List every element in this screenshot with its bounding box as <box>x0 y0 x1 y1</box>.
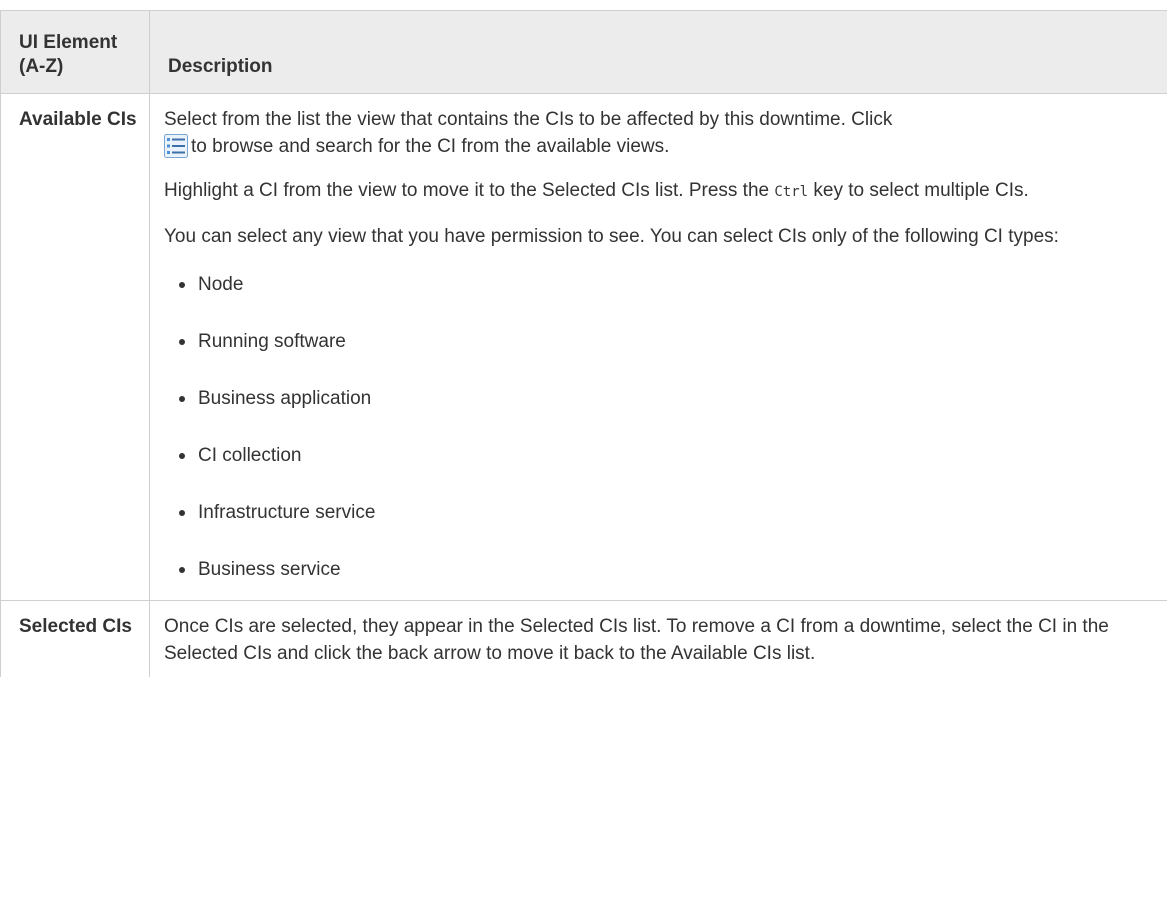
table-row: Available CIs Select from the list the v… <box>0 93 1167 601</box>
row-element-selected-cis: Selected CIs <box>0 600 150 677</box>
list-item-label: Infrastructure service <box>198 502 376 523</box>
list-item: CI collection <box>164 438 1165 495</box>
bullet-icon <box>179 339 185 345</box>
keyboard-key: Ctrl <box>774 184 809 200</box>
list-item-label: Business application <box>198 388 372 409</box>
header-description: Description <box>149 10 1167 94</box>
paragraph-text: to browse and search for the CI from the… <box>191 136 670 157</box>
paragraph-text: key to select multiple CIs. <box>813 180 1029 201</box>
list-item-label: Running software <box>198 331 346 352</box>
bullet-icon <box>179 567 185 573</box>
list-item: Business application <box>164 381 1165 438</box>
description-paragraph: Select from the list the view that conta… <box>164 106 1165 160</box>
list-item-label: CI collection <box>198 445 302 466</box>
description-paragraph: Highlight a CI from the view to move it … <box>164 177 1165 206</box>
row-description-selected-cis: Once CIs are selected, they appear in th… <box>149 600 1167 677</box>
list-item-label: Node <box>198 274 244 295</box>
bullet-icon <box>179 453 185 459</box>
list-item: Node <box>164 267 1165 324</box>
description-paragraph: Once CIs are selected, they appear in th… <box>164 616 1109 664</box>
bullet-icon <box>179 510 185 516</box>
list-item: Running software <box>164 324 1165 381</box>
table-row: Selected CIs Once CIs are selected, they… <box>0 600 1167 677</box>
list-item: Business service <box>164 552 1165 590</box>
list-browse-icon[interactable] <box>164 134 188 158</box>
row-element-available-cis: Available CIs <box>0 93 150 601</box>
paragraph-text: Select from the list the view that conta… <box>164 109 893 130</box>
list-item-label: Business service <box>198 559 341 580</box>
ci-types-list: Node Running software Business applicati… <box>164 267 1165 590</box>
table-header-row: UI Element (A-Z) Description <box>0 10 1167 94</box>
paragraph-text: Highlight a CI from the view to move it … <box>164 180 770 201</box>
bullet-icon <box>179 396 185 402</box>
ui-elements-table: UI Element (A-Z) Description Available C… <box>0 10 1167 677</box>
header-ui-element: UI Element (A-Z) <box>0 10 150 94</box>
bullet-icon <box>179 282 185 288</box>
row-description-available-cis: Select from the list the view that conta… <box>149 93 1167 601</box>
description-paragraph: You can select any view that you have pe… <box>164 226 1059 247</box>
list-item: Infrastructure service <box>164 495 1165 552</box>
